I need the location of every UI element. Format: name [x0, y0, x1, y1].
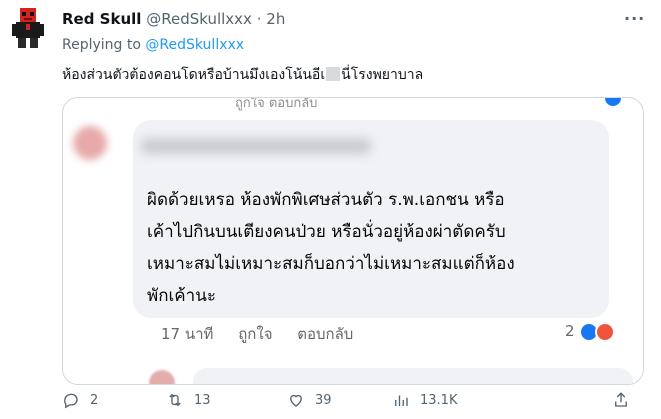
retweet-count: 13	[194, 392, 211, 408]
comment-line: เหมาะสมไม่เหมาะสมก็บอกว่าไม่เหมาะสมแต่ก็…	[147, 254, 515, 274]
author-name[interactable]: Red Skull	[62, 10, 141, 28]
replying-mention-link[interactable]: @RedSkullxxx	[145, 37, 244, 53]
angry-reaction-icon	[595, 322, 615, 342]
avatar[interactable]	[8, 6, 48, 50]
reply-icon	[64, 393, 78, 409]
view-count: 13.1K	[420, 392, 458, 408]
heart-icon	[290, 394, 302, 407]
next-comment-bubble	[193, 368, 633, 384]
share-button[interactable]	[612, 391, 630, 409]
reaction-count: 2	[565, 322, 575, 340]
comment-line: พักเค้านะ	[147, 286, 216, 306]
reply-button[interactable]: 2	[62, 391, 98, 409]
red-skull-avatar-icon	[12, 8, 44, 48]
retweet-icon	[169, 393, 181, 407]
comment-reply-label: ตอบกลับ	[297, 325, 354, 343]
comment-line: เค้าไปกินบนเตียงคนป่วย หรือนั่วอยู่ห้องผ…	[147, 222, 506, 242]
comment-text: ผิดด้วยเหรอ ห้องพักพิเศษส่วนตัว ร.พ.เอกช…	[147, 184, 515, 312]
views-button[interactable]: 13.1K	[392, 391, 457, 409]
censor-block	[326, 67, 341, 81]
replying-to: Replying to @RedSkullxxx	[62, 37, 244, 53]
tweet-text-part1: ห้องส่วนตัวต้องคอนโดหรือบ้านมึงเองโน้นอี…	[62, 67, 326, 83]
tweet-text-part2: นี่โรงพยาบาล	[341, 67, 424, 83]
like-button[interactable]: 39	[287, 391, 332, 409]
blurred-reply-avatar	[149, 370, 175, 384]
share-icon	[615, 392, 627, 407]
attached-image[interactable]: ถูกใจ ตอบกลับ ผิดด้วยเหรอ ห้องพักพิเศษส่…	[62, 97, 644, 385]
comment-line: ผิดด้วยเหรอ ห้องพักพิเศษส่วนตัว ร.พ.เอกช…	[147, 190, 505, 210]
cropped-comment-actions: ถูกใจ ตอบกลับ	[235, 97, 318, 111]
views-chart-icon	[395, 395, 408, 406]
replying-prefix: Replying to	[62, 37, 141, 53]
comment-meta: 17 นาที ถูกใจ ตอบกลับ	[161, 322, 373, 346]
blurred-commenter-name	[141, 138, 371, 154]
reply-count: 2	[90, 392, 99, 408]
cropped-like-icon	[605, 98, 621, 106]
author-handle[interactable]: @RedSkullxxx	[146, 10, 252, 28]
retweet-button[interactable]: 13	[166, 391, 211, 409]
comment-time: 17 นาที	[161, 325, 214, 343]
tweet-text: ห้องส่วนตัวต้องคอนโดหรือบ้านมึงเองโน้นอี…	[62, 64, 423, 86]
tweet-actions: 2 13 39 13.1K	[62, 391, 642, 411]
like-count: 39	[315, 392, 332, 408]
blurred-commenter-avatar	[73, 126, 107, 160]
comment-like-label: ถูกใจ	[238, 325, 273, 343]
separator-dot: ·	[256, 10, 262, 28]
more-options-icon[interactable]: ···	[624, 9, 645, 28]
tweet-time[interactable]: 2h	[266, 10, 285, 28]
tweet-header: Red Skull @RedSkullxxx · 2h	[62, 10, 285, 28]
